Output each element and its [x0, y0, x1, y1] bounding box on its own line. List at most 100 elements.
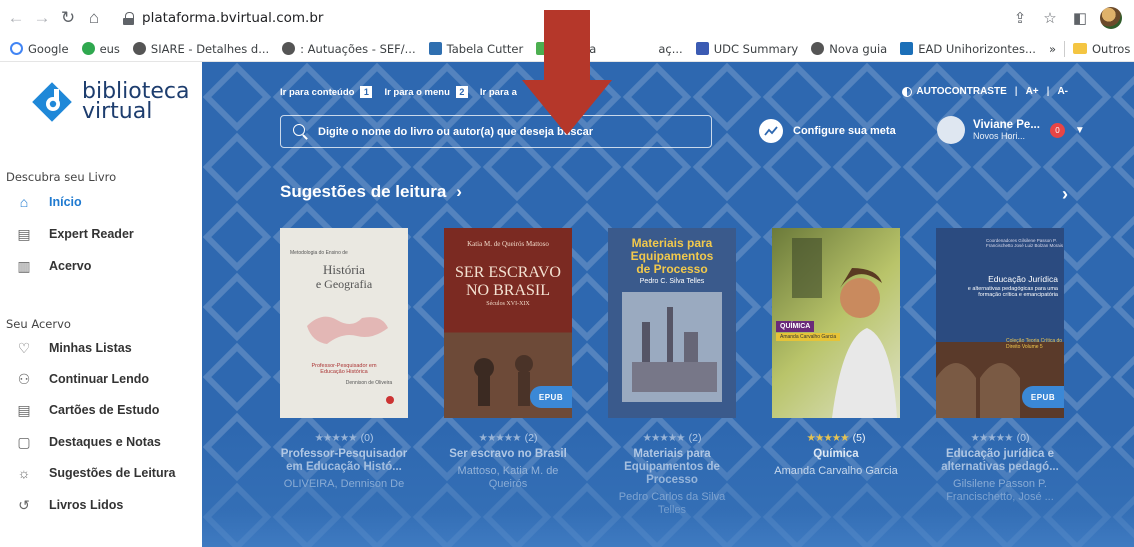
- book-cover[interactable]: Coordenadores Gilsilene Passon P. Franci…: [936, 228, 1064, 418]
- carousel-next-icon[interactable]: ›: [1062, 184, 1068, 205]
- other-bookmarks[interactable]: Outros favorit: [1092, 42, 1134, 56]
- contrast-icon: [902, 86, 913, 97]
- trend-icon: [759, 119, 783, 143]
- book-card[interactable]: Coordenadores Gilsilene Passon P. Franci…: [936, 228, 1064, 504]
- lock-icon: [123, 11, 134, 25]
- rating: ★★★★★ (0): [314, 432, 374, 444]
- cover-illustration: [622, 292, 722, 402]
- skip-content-key: 1: [360, 86, 373, 98]
- rating: ★★★★★ (2): [478, 432, 538, 444]
- share-icon[interactable]: ⇪: [1010, 9, 1030, 27]
- book-author: OLIVEIRA, Dennison De: [283, 478, 405, 490]
- sidebar-item-expert-reader[interactable]: ▤ Expert Reader: [16, 223, 133, 245]
- world-map-icon: [307, 316, 388, 344]
- bookmark-nova-guia[interactable]: Nova guia: [811, 42, 887, 56]
- profile-avatar-icon[interactable]: [1100, 7, 1122, 29]
- book-author: Mattoso, Katia M. de Queirós: [457, 465, 559, 490]
- note-icon: ▢: [17, 433, 31, 450]
- divider: |: [1014, 86, 1018, 97]
- sidebar-item-inicio[interactable]: ⌂ Início: [16, 191, 82, 213]
- globe-icon: [282, 42, 296, 55]
- whatsapp-icon: [81, 42, 95, 55]
- reading-icon: ⚇: [17, 370, 31, 387]
- history-icon: ↺: [18, 496, 30, 513]
- chevron-right-icon: ›: [456, 182, 462, 201]
- epub-badge: EPUB: [530, 386, 572, 408]
- autocontrast-button[interactable]: AUTOCONTRASTE: [916, 86, 1006, 97]
- main-content: Ir para conteúdo 1 Ir para o menu 2 Ir p…: [202, 62, 1134, 547]
- bookmark-eus[interactable]: eus: [81, 42, 120, 56]
- bookmark-tabela-cutter[interactable]: Tabela Cutter: [428, 42, 523, 56]
- configure-goal-label: Configure sua meta: [793, 125, 896, 137]
- book-card[interactable]: Materiais para Equipamentos de Processo …: [608, 228, 736, 517]
- chevron-down-icon[interactable]: ▼: [1075, 125, 1085, 136]
- sidebar-item-continuar-lendo[interactable]: ⚇ Continuar Lendo: [16, 368, 149, 390]
- book-title[interactable]: Educação jurídica e alternativas pedagó.…: [936, 448, 1064, 474]
- bookmark-siare[interactable]: SIARE - Detalhes d...: [132, 42, 269, 56]
- folder-icon: [1072, 43, 1087, 54]
- rating: ★★★★★ (2): [642, 432, 702, 444]
- skip-menu-key: 2: [455, 86, 468, 98]
- book-title[interactable]: Ser escravo no Brasil: [444, 448, 572, 461]
- notification-badge[interactable]: 0: [1049, 122, 1065, 138]
- search-box[interactable]: [280, 115, 712, 148]
- more-bookmarks-icon[interactable]: »: [1049, 42, 1056, 56]
- rating: ★★★★★ (0): [970, 432, 1030, 444]
- sidebar-item-destaques[interactable]: ▢ Destaques e Notas: [16, 431, 160, 453]
- skip-other-link[interactable]: Ir para a: [480, 87, 517, 98]
- book-card[interactable]: Metodologia do Ensino de História e Geog…: [280, 228, 408, 491]
- divider: |: [1046, 86, 1050, 97]
- bookmark-udc[interactable]: UDC Summary: [695, 42, 798, 56]
- book-title[interactable]: Química: [772, 448, 900, 461]
- bookmark-autuacoes[interactable]: : Autuações - SEF/...: [282, 42, 416, 56]
- url-text: plataforma.bvirtual.com.br: [142, 10, 324, 26]
- configure-goal-button[interactable]: Configure sua meta: [759, 119, 896, 143]
- globe-icon: [811, 42, 825, 55]
- font-increase-button[interactable]: A+: [1026, 86, 1039, 97]
- book-cover[interactable]: Metodologia do Ensino de História e Geog…: [280, 228, 408, 418]
- book-author: Gilsilene Passon P. Francischetto, José …: [946, 478, 1054, 503]
- book-title[interactable]: Materiais para Equipamentos de Processo: [608, 448, 736, 487]
- forward-icon[interactable]: →: [29, 5, 55, 31]
- user-name: Viviane Pe...: [973, 119, 1040, 131]
- back-icon[interactable]: ←: [3, 5, 29, 31]
- skip-content-link[interactable]: Ir para conteúdo: [280, 87, 354, 98]
- search-input[interactable]: [318, 125, 708, 138]
- section-seu-acervo: Seu Acervo: [6, 317, 71, 331]
- book-cover[interactable]: QUÍMICA Amanda Carvalho Garcia: [772, 228, 900, 418]
- table-icon: [428, 42, 442, 55]
- bookmark-ead[interactable]: EAD Unihorizontes...: [900, 42, 1036, 56]
- bulb-icon: ☼: [17, 465, 31, 481]
- ead-icon: [900, 42, 914, 55]
- skip-menu-link[interactable]: Ir para o menu: [384, 87, 449, 98]
- section-title[interactable]: Sugestões de leitura ›: [280, 182, 462, 202]
- publisher-logo: [386, 396, 394, 404]
- epub-badge: EPUB: [1022, 386, 1064, 408]
- document-icon: ▤: [17, 225, 31, 242]
- sidebar-item-acervo[interactable]: ▥ Acervo: [16, 255, 91, 277]
- sidebar-item-livros-lidos[interactable]: ↺ Livros Lidos: [16, 494, 123, 516]
- annotation-arrow-icon: [522, 10, 612, 135]
- user-menu[interactable]: Viviane Pe... Novos Hori... 0 ▼: [937, 116, 1085, 144]
- sidebar-item-minhas-listas[interactable]: ♡ Minhas Listas: [16, 337, 132, 359]
- book-cover[interactable]: Katia M. de Queirós Mattoso SER ESCRAVO …: [444, 228, 572, 418]
- sidebar-item-cartoes[interactable]: ▤ Cartões de Estudo: [16, 399, 159, 421]
- bookmark-google[interactable]: Google: [10, 42, 69, 56]
- sidepanel-icon[interactable]: ◧: [1070, 9, 1090, 27]
- home-icon: ⌂: [19, 194, 29, 210]
- book-title[interactable]: Professor-Pesquisador em Educação Histó.…: [280, 448, 408, 474]
- reload-icon[interactable]: ↻: [55, 5, 81, 31]
- sidebar-item-sugestoes[interactable]: ☼ Sugestões de Leitura: [16, 462, 176, 484]
- book-author: Pedro Carlos da Silva Telles: [618, 491, 726, 516]
- home-browser-icon[interactable]: ⌂: [81, 5, 107, 31]
- book-card[interactable]: Katia M. de Queirós Mattoso SER ESCRAVO …: [444, 228, 572, 491]
- skip-links: Ir para conteúdo 1 Ir para o menu 2 Ir p…: [280, 86, 517, 98]
- heart-icon: ♡: [17, 339, 31, 356]
- rating: ★★★★★ (5): [806, 432, 866, 444]
- book-card[interactable]: QUÍMICA Amanda Carvalho Garcia ★★★★★ (5) …: [772, 228, 900, 478]
- bookmark-star-icon[interactable]: ☆: [1040, 9, 1060, 27]
- books-icon: ▥: [17, 257, 31, 274]
- book-cover[interactable]: Materiais para Equipamentos de Processo …: [608, 228, 736, 418]
- font-decrease-button[interactable]: A-: [1057, 86, 1068, 97]
- logo[interactable]: biblioteca virtual: [30, 80, 189, 124]
